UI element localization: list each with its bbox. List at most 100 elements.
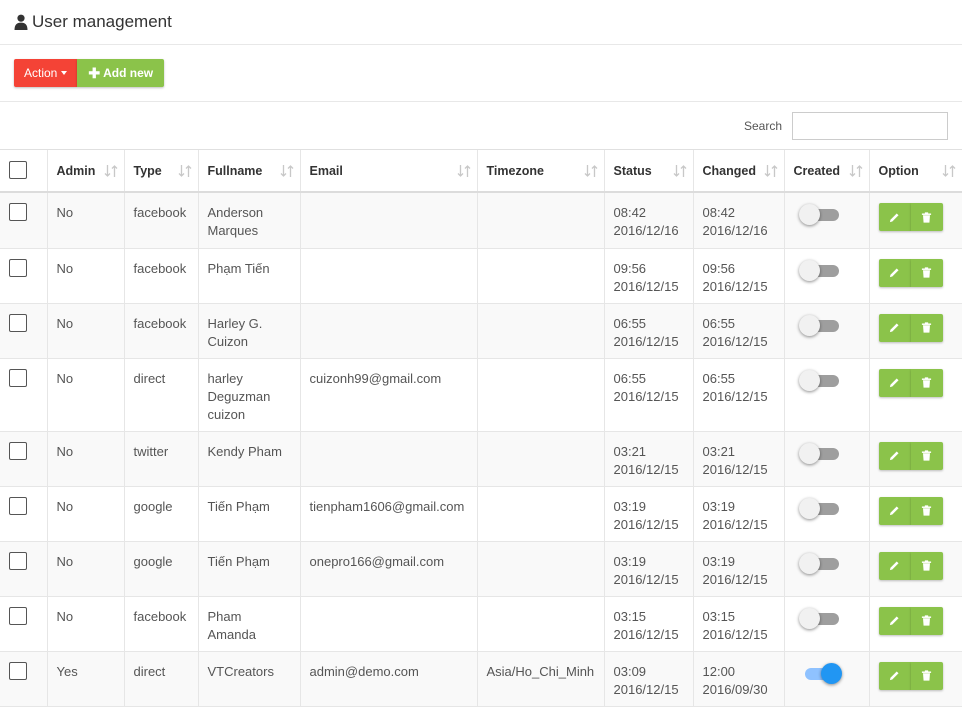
created-toggle[interactable] — [798, 442, 843, 464]
toggle-knob — [798, 314, 820, 336]
delete-button[interactable] — [910, 313, 943, 342]
created-toggle[interactable] — [799, 662, 843, 684]
column-label-type: Type — [133, 163, 162, 178]
row-checkbox[interactable] — [9, 313, 27, 332]
type-value-cell: direct — [124, 651, 199, 707]
status-time: 06:55 — [613, 370, 647, 386]
created-toggle[interactable] — [798, 607, 843, 629]
sort-icon[interactable] — [178, 164, 192, 178]
sort-icon[interactable] — [457, 164, 471, 178]
pencil-icon — [889, 323, 899, 333]
status-time: 03:09 — [613, 663, 647, 679]
email-value: cuizonh99@gmail.com — [309, 370, 442, 386]
column-label-created: Created — [793, 163, 841, 178]
search-input[interactable] — [792, 111, 948, 140]
pencil-icon — [889, 212, 899, 222]
column-header-status[interactable]: Status — [604, 150, 694, 193]
sort-icon[interactable] — [280, 164, 294, 178]
column-header-option[interactable]: Option — [869, 150, 962, 193]
timezone-value-cell — [477, 431, 605, 487]
status-time: 08:42 — [613, 205, 647, 220]
email-value-cell — [300, 596, 478, 652]
edit-button[interactable] — [878, 203, 911, 231]
search-label: Search — [743, 118, 782, 133]
option-cell — [869, 541, 962, 597]
sort-icon[interactable] — [849, 164, 863, 178]
row-actions — [878, 203, 962, 231]
edit-button[interactable] — [878, 661, 911, 690]
sort-icon[interactable] — [104, 164, 118, 178]
row-select-cell — [0, 596, 48, 652]
select-all-header — [0, 150, 48, 193]
status-cell: 03:15 2016/12/15 — [604, 596, 694, 652]
status-cell: 06:55 2016/12/15 — [604, 303, 694, 359]
delete-button[interactable] — [910, 203, 943, 231]
created-toggle[interactable] — [798, 497, 843, 519]
column-header-changed[interactable]: Changed — [693, 150, 785, 193]
table-header-row: Admin Type Fullname Email Timezone Status Chan… — [0, 150, 962, 193]
sort-icon[interactable] — [673, 164, 687, 178]
delete-button[interactable] — [910, 606, 943, 635]
column-header-email[interactable]: Email — [300, 150, 478, 193]
toggle-knob — [798, 442, 820, 464]
edit-button[interactable] — [878, 441, 911, 470]
admin-value: No — [56, 608, 74, 624]
type-value: google — [133, 553, 173, 569]
delete-button[interactable] — [910, 441, 943, 470]
delete-button[interactable] — [910, 551, 943, 580]
fullname-value: harley Deguzman cuizon — [207, 370, 271, 422]
column-header-timezone[interactable]: Timezone — [477, 150, 605, 193]
changed-date: 2016/12/16 — [702, 223, 768, 238]
action-dropdown-button[interactable]: Action — [14, 59, 78, 87]
edit-button[interactable] — [878, 496, 911, 525]
row-checkbox[interactable] — [9, 368, 27, 387]
timezone-value-cell: Asia/Ho_Chi_Minh — [477, 651, 605, 707]
add-new-button[interactable]: ✚ Add new — [77, 59, 165, 87]
delete-button[interactable] — [910, 661, 943, 690]
delete-button[interactable] — [910, 368, 943, 397]
admin-value: No — [56, 498, 74, 514]
edit-button[interactable] — [878, 313, 911, 342]
edit-button[interactable] — [878, 258, 911, 287]
row-checkbox[interactable] — [9, 551, 27, 570]
delete-button[interactable] — [910, 496, 943, 525]
sort-icon[interactable] — [942, 164, 956, 178]
row-checkbox[interactable] — [9, 606, 27, 625]
row-checkbox[interactable] — [9, 661, 27, 680]
timezone-value-cell — [477, 486, 605, 542]
select-all-checkbox[interactable] — [9, 161, 27, 179]
created-toggle[interactable] — [798, 369, 843, 391]
row-checkbox[interactable] — [9, 441, 27, 460]
option-cell — [869, 486, 962, 542]
created-toggle[interactable] — [798, 259, 843, 281]
status-time: 09:56 — [613, 260, 647, 276]
column-header-fullname[interactable]: Fullname — [198, 150, 301, 193]
admin-value: No — [56, 553, 74, 569]
changed-time: 03:21 — [702, 443, 736, 459]
row-checkbox[interactable] — [9, 258, 27, 277]
column-header-type[interactable]: Type — [124, 150, 199, 193]
status-date: 2016/12/16 — [613, 223, 679, 238]
created-cell — [784, 192, 870, 249]
row-select-cell — [0, 358, 48, 432]
changed-cell: 03:19 2016/12/15 — [693, 541, 785, 597]
delete-button[interactable] — [910, 258, 943, 287]
created-cell — [784, 596, 870, 652]
created-toggle[interactable] — [798, 314, 843, 336]
edit-button[interactable] — [878, 368, 911, 397]
row-checkbox[interactable] — [9, 203, 27, 221]
created-toggle[interactable] — [798, 204, 843, 225]
row-checkbox[interactable] — [9, 496, 27, 515]
created-toggle[interactable] — [798, 552, 843, 574]
column-header-admin[interactable]: Admin — [47, 150, 125, 193]
edit-button[interactable] — [878, 606, 911, 635]
sort-icon[interactable] — [764, 164, 778, 178]
row-actions — [878, 606, 962, 635]
email-value-cell: onepro166@gmail.com — [300, 541, 478, 597]
option-cell — [869, 192, 962, 249]
trash-icon — [921, 450, 932, 461]
edit-button[interactable] — [878, 551, 911, 580]
sort-icon[interactable] — [584, 164, 598, 178]
column-header-created[interactable]: Created — [784, 150, 870, 193]
status-date: 2016/12/15 — [613, 571, 679, 587]
